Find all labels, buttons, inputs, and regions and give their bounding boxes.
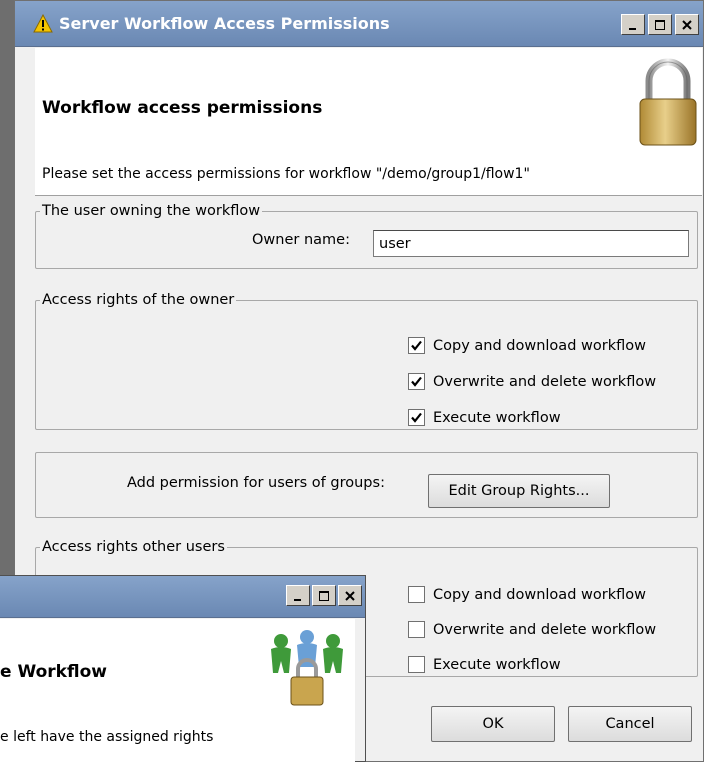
checkmark-icon: [411, 340, 422, 351]
owner-copy-download-checkbox[interactable]: [408, 337, 425, 354]
header-message: Please set the access permissions for wo…: [42, 166, 530, 182]
secondary-header: e Workflow e left have the assigned righ…: [0, 619, 355, 762]
warning-icon: [33, 14, 53, 33]
owner-execute-checkbox[interactable]: [408, 409, 425, 426]
owner-name-input[interactable]: [373, 230, 689, 257]
other-overwrite-delete-checkbox[interactable]: [408, 621, 425, 638]
close-icon: [682, 19, 692, 30]
close-button[interactable]: [675, 14, 699, 35]
secondary-dialog: e Workflow e left have the assigned righ…: [0, 575, 366, 762]
group-permission-panel: Add permission for users of groups: Edit…: [35, 452, 698, 518]
dialog-header: Workflow access permissions Please set t…: [35, 48, 702, 196]
other-overwrite-delete-label: Overwrite and delete workflow: [433, 621, 657, 638]
minimize-icon: [294, 598, 301, 601]
window-controls: [621, 14, 699, 35]
owner-overwrite-delete-label: Overwrite and delete workflow: [433, 373, 657, 390]
owner-overwrite-delete-option[interactable]: Overwrite and delete workflow: [408, 373, 656, 390]
checkmark-icon: [411, 412, 422, 423]
secondary-close-button[interactable]: [338, 585, 362, 606]
edit-group-rights-button[interactable]: Edit Group Rights...: [428, 474, 610, 508]
maximize-button[interactable]: [648, 14, 672, 35]
ok-button[interactable]: OK: [431, 706, 555, 742]
close-icon: [345, 590, 355, 601]
owner-execute-label: Execute workflow: [433, 409, 561, 426]
cancel-button[interactable]: Cancel: [568, 706, 692, 742]
minimize-button[interactable]: [621, 14, 645, 35]
secondary-minimize-button[interactable]: [286, 585, 310, 606]
group-permission-label: Add permission for users of groups:: [127, 475, 385, 491]
owner-copy-download-label: Copy and download workflow: [433, 337, 646, 354]
maximize-icon: [319, 590, 329, 601]
other-overwrite-delete-option[interactable]: Overwrite and delete workflow: [408, 621, 656, 638]
secondary-title-bar[interactable]: [0, 576, 365, 618]
owner-overwrite-delete-checkbox[interactable]: [408, 373, 425, 390]
checkmark-icon: [411, 376, 422, 387]
secondary-title: e Workflow: [0, 662, 107, 682]
secondary-maximize-button[interactable]: [312, 585, 336, 606]
owner-execute-option[interactable]: Execute workflow: [408, 409, 561, 426]
owner-name-label: Owner name:: [252, 232, 350, 248]
secondary-message: e left have the assigned rights: [0, 729, 214, 745]
owner-rights-group: Access rights of the owner Copy and down…: [35, 292, 698, 430]
owner-group: The user owning the workflow Owner name:: [35, 203, 698, 269]
other-copy-download-checkbox[interactable]: [408, 586, 425, 603]
other-rights-legend: Access rights other users: [42, 539, 225, 555]
owner-group-legend: The user owning the workflow: [42, 203, 261, 219]
owner-copy-download-option[interactable]: Copy and download workflow: [408, 337, 646, 354]
other-copy-download-option[interactable]: Copy and download workflow: [408, 586, 646, 603]
header-title: Workflow access permissions: [42, 98, 323, 118]
minimize-icon: [629, 27, 636, 30]
secondary-window-controls: [286, 585, 362, 606]
users-lock-icon: [271, 630, 343, 706]
title-bar[interactable]: Server Workflow Access Permissions: [15, 1, 703, 47]
maximize-icon: [655, 19, 665, 30]
other-execute-option[interactable]: Execute workflow: [408, 656, 561, 673]
other-execute-label: Execute workflow: [433, 656, 561, 673]
padlock-icon: [639, 58, 697, 146]
other-execute-checkbox[interactable]: [408, 656, 425, 673]
window-title: Server Workflow Access Permissions: [59, 14, 390, 33]
owner-rights-legend: Access rights of the owner: [42, 292, 235, 308]
other-copy-download-label: Copy and download workflow: [433, 586, 646, 603]
